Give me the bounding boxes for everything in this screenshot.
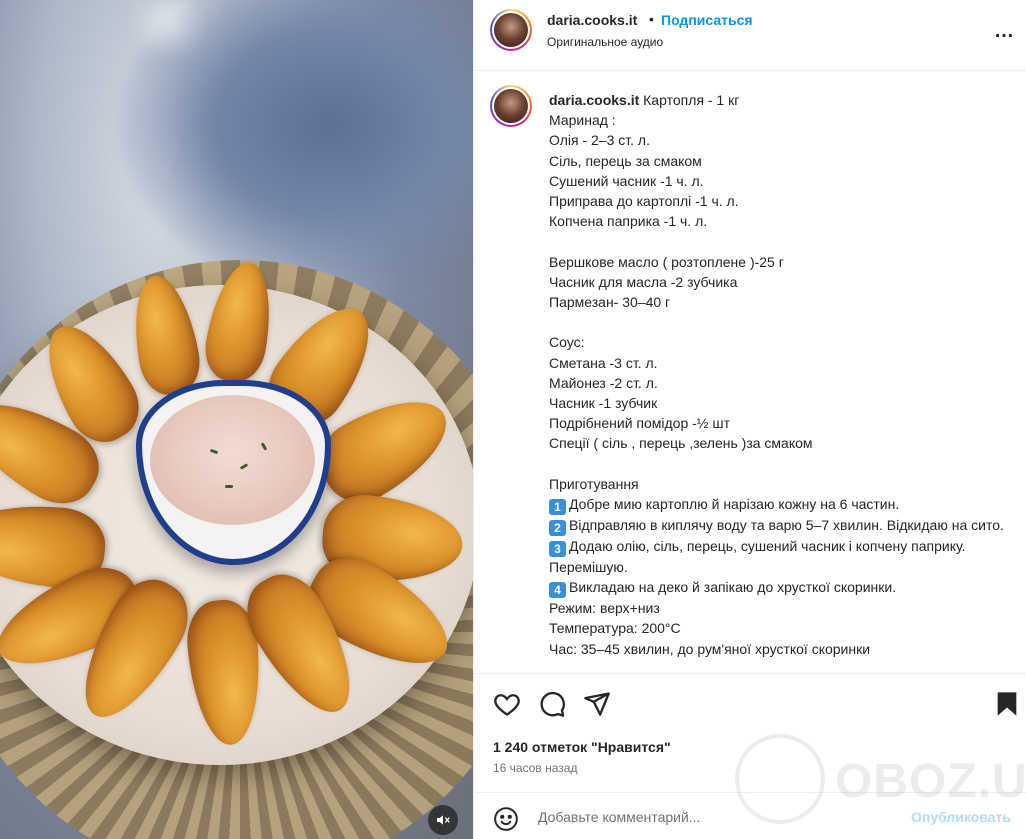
caption-line: Пармезан- 30–40 г — [549, 294, 671, 311]
caption-text: daria.cooks.it Картопля - 1 кг Маринад :… — [549, 90, 1009, 659]
number-keycap-icon: 4 — [549, 582, 566, 599]
avatar[interactable] — [490, 9, 532, 51]
comment-input[interactable] — [538, 805, 898, 829]
caption-line: Соус: — [549, 334, 585, 351]
number-keycap-icon: 3 — [549, 541, 566, 558]
post-panel: daria.cooks.it • Подписаться Оригинально… — [473, 0, 1026, 839]
caption-step: 2 Відправляю в киплячу воду та варю 5–7 х… — [549, 515, 1009, 537]
emoji-icon[interactable] — [493, 806, 519, 832]
separator-dot: • — [649, 11, 654, 27]
caption-avatar[interactable] — [490, 85, 532, 127]
post-time[interactable]: 16 часов назад — [493, 761, 577, 775]
caption-step-text: Додаю олію, сіль, перець, сушений часник… — [549, 538, 970, 576]
caption-line — [549, 231, 1009, 251]
caption-line: Маринад : — [549, 112, 616, 129]
follow-button[interactable]: Подписаться — [661, 12, 753, 28]
caption-step: 1 Добре мию картоплю й нарізаю кожну на 6… — [549, 494, 1009, 516]
caption-line: Вершкове масло ( розтоплене )-25 г — [549, 253, 784, 270]
mute-button[interactable] — [428, 805, 458, 835]
speaker-muted-icon — [437, 815, 450, 825]
sauce — [150, 395, 315, 525]
caption-line: Подрібнений помідор -½ шт — [549, 415, 731, 432]
caption-line: Сметана -3 ст. л. — [549, 354, 658, 371]
caption-step-text: Відправляю в киплячу воду та варю 5–7 хв… — [569, 517, 1004, 534]
likes-count[interactable]: 1 240 отметок "Нравится" — [493, 739, 671, 755]
caption-first-line: daria.cooks.it Картопля - 1 кг — [549, 90, 1009, 110]
caption-scroll-area[interactable]: daria.cooks.it Картопля - 1 кг Маринад :… — [474, 71, 1026, 673]
caption-username[interactable]: daria.cooks.it — [549, 92, 639, 108]
bookmark-icon[interactable] — [993, 690, 1021, 718]
number-keycap-icon: 1 — [549, 499, 566, 516]
send-icon[interactable] — [583, 690, 611, 718]
caption-line: Копчена паприка -1 ч. л. — [549, 213, 708, 230]
heart-icon[interactable] — [493, 690, 521, 718]
more-icon: … — [994, 20, 1015, 42]
caption-line: Часник для масла -2 зубчика — [549, 273, 738, 290]
audio-label[interactable]: Оригинальное аудио — [547, 35, 663, 49]
caption-step-text: Добре мию картоплю й нарізаю кожну на 6 … — [569, 496, 900, 513]
caption-line: Часник -1 зубчик — [549, 395, 658, 412]
caption-line: Олія - 2–3 ст. л. — [549, 132, 650, 149]
more-options-button[interactable]: … — [994, 20, 1015, 43]
caption-line: Майонез -2 ст. л. — [549, 374, 658, 391]
caption-line: Приправа до картоплі -1 ч. л. — [549, 193, 739, 210]
comment-bar: Опубликовать — [474, 792, 1026, 839]
post-header: daria.cooks.it • Подписаться Оригинально… — [474, 0, 1026, 71]
caption-line: Температура: 200°C — [549, 620, 681, 637]
caption-step: 3 Додаю олію, сіль, перець, сушений часни… — [549, 536, 1009, 577]
caption-line: Сушений часник -1 ч. л. — [549, 172, 704, 189]
caption-step: 4 Викладаю на деко й запікаю до хрусткої … — [549, 577, 1009, 599]
caption-line: Сіль, перець за смаком — [549, 152, 702, 169]
caption-line: Спеції ( сіль , перець ,зелень )за смако… — [549, 435, 813, 452]
header-username[interactable]: daria.cooks.it — [547, 12, 637, 28]
blue-cloth-background — [120, 0, 473, 290]
number-keycap-icon: 2 — [549, 520, 566, 537]
comment-icon[interactable] — [538, 690, 566, 718]
post-actions: 1 240 отметок "Нравится" 16 часов назад … — [474, 673, 1026, 839]
caption-line: Картопля - 1 кг — [639, 92, 740, 108]
caption-line: Приготування — [549, 475, 639, 492]
publish-button[interactable]: Опубликовать — [911, 809, 1011, 825]
caption-line: Режим: верх+низ — [549, 600, 660, 617]
caption-line — [549, 312, 1009, 332]
post-media[interactable] — [0, 0, 473, 839]
caption-line — [549, 454, 1009, 474]
caption-step-text: Викладаю на деко й запікаю до хрусткої с… — [569, 579, 897, 596]
caption-line: Час: 35–45 хвилин, до рум'яної хрусткої … — [549, 640, 871, 657]
